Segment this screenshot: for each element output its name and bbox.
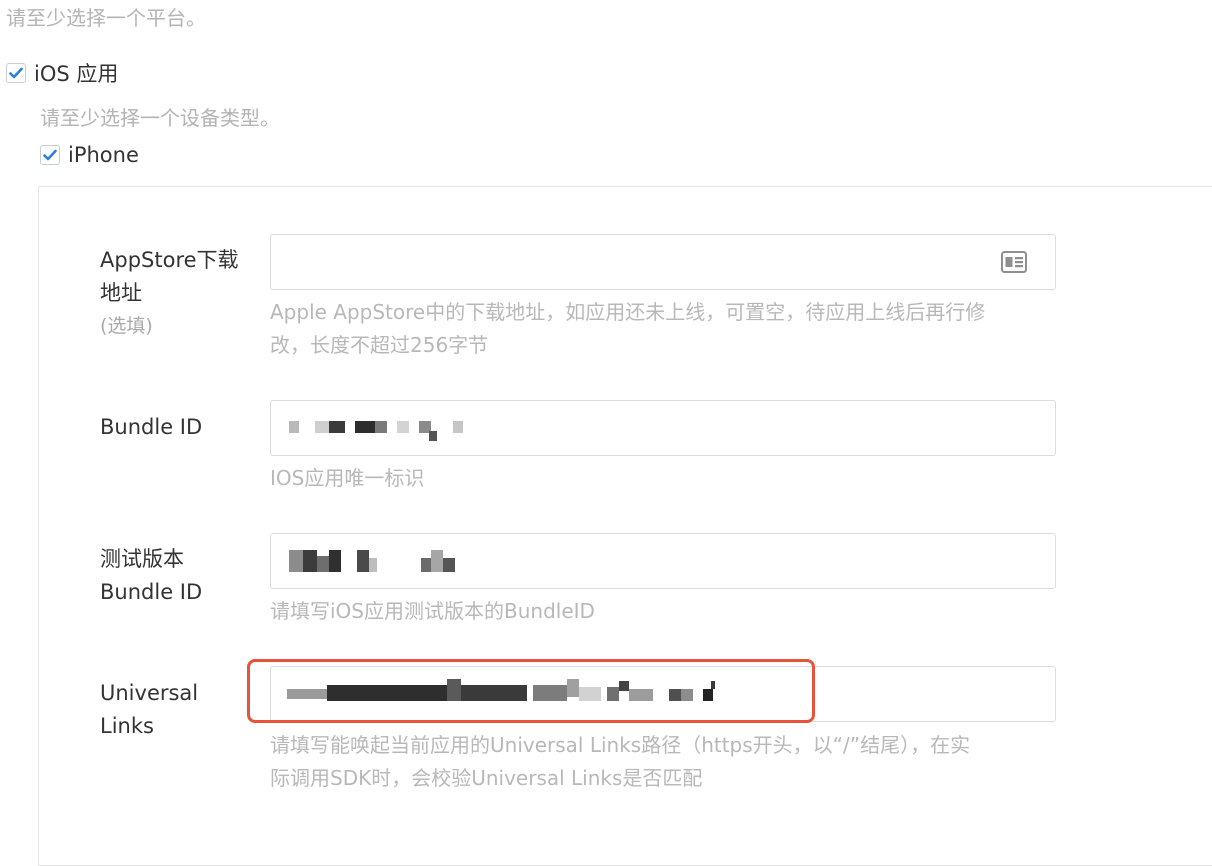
universal-links-description: 请填写能唤起当前应用的Universal Links路径（https开头，以“/… [270, 733, 971, 790]
ios-app-label: iOS 应用 [34, 62, 119, 86]
appstore-url-description: Apple AppStore中的下载地址，如应用还未上线，可置空，待应用上线后再… [270, 300, 986, 357]
ios-app-checkbox[interactable] [6, 63, 26, 83]
check-icon [9, 67, 23, 79]
universal-links-label: Universal Links [100, 681, 199, 738]
iphone-checkbox[interactable] [40, 145, 60, 165]
id-card-icon[interactable] [1001, 251, 1027, 277]
bundle-id-description: IOS应用唯一标识 [270, 466, 425, 490]
test-bundle-id-label: 测试版本 Bundle ID [100, 547, 203, 604]
appstore-url-label-line2: 地址 [100, 281, 142, 305]
device-hint: 请至少选择一个设备类型。 [40, 106, 280, 130]
optional-tag: (选填) [100, 315, 153, 337]
appstore-url-label-line1: AppStore下载 [100, 248, 239, 272]
test-bundle-id-description: 请填写iOS应用测试版本的BundleID [270, 599, 595, 623]
appstore-url-label: AppStore下载 地址 (选填) [100, 244, 239, 343]
highlight-annotation [247, 659, 815, 723]
bundle-id-label: Bundle ID [100, 415, 203, 439]
iphone-checkbox-row[interactable]: iPhone [40, 143, 139, 167]
test-bundle-id-input[interactable] [270, 533, 1056, 589]
bundle-id-input[interactable] [270, 400, 1056, 456]
platform-hint: 请至少选择一个平台。 [6, 6, 206, 30]
appstore-url-input[interactable] [270, 234, 1056, 290]
ios-app-checkbox-row[interactable]: iOS 应用 [6, 58, 118, 88]
check-icon [43, 149, 57, 161]
iphone-label: iPhone [68, 143, 139, 167]
